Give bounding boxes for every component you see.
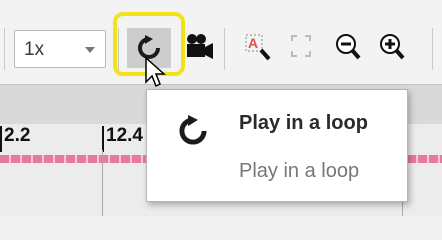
playback-speed-select[interactable]: 1x bbox=[14, 30, 106, 68]
tick-mark bbox=[0, 126, 2, 152]
playback-speed-value: 1x bbox=[24, 39, 45, 60]
toolbar-separator bbox=[432, 28, 433, 70]
tick-label: 2.2 bbox=[4, 125, 31, 146]
fit-to-window-icon[interactable] bbox=[288, 32, 314, 62]
loop-icon bbox=[179, 115, 207, 145]
tick-mark bbox=[102, 126, 104, 152]
zoom-out-icon[interactable] bbox=[334, 32, 362, 62]
toolbar-separator bbox=[4, 28, 5, 70]
tooltip: Play in a loop Play in a loop bbox=[146, 89, 408, 202]
grid-line bbox=[102, 150, 103, 216]
toolbar: 1x A bbox=[0, 0, 442, 84]
svg-text:A: A bbox=[248, 35, 258, 51]
app-window: 1x A 2.2 12.4 Play in a loop Play in a l… bbox=[0, 0, 442, 216]
zoom-in-icon[interactable] bbox=[378, 32, 406, 62]
tick-label: 12.4 bbox=[106, 125, 143, 146]
video-camera-icon[interactable] bbox=[184, 33, 214, 61]
toolbar-separator bbox=[224, 28, 225, 70]
chevron-down-icon bbox=[85, 47, 95, 53]
zoom-text-icon[interactable]: A bbox=[244, 32, 272, 62]
mouse-cursor-icon bbox=[145, 56, 166, 88]
tooltip-description: Play in a loop bbox=[239, 160, 360, 182]
tooltip-title: Play in a loop bbox=[239, 112, 368, 134]
